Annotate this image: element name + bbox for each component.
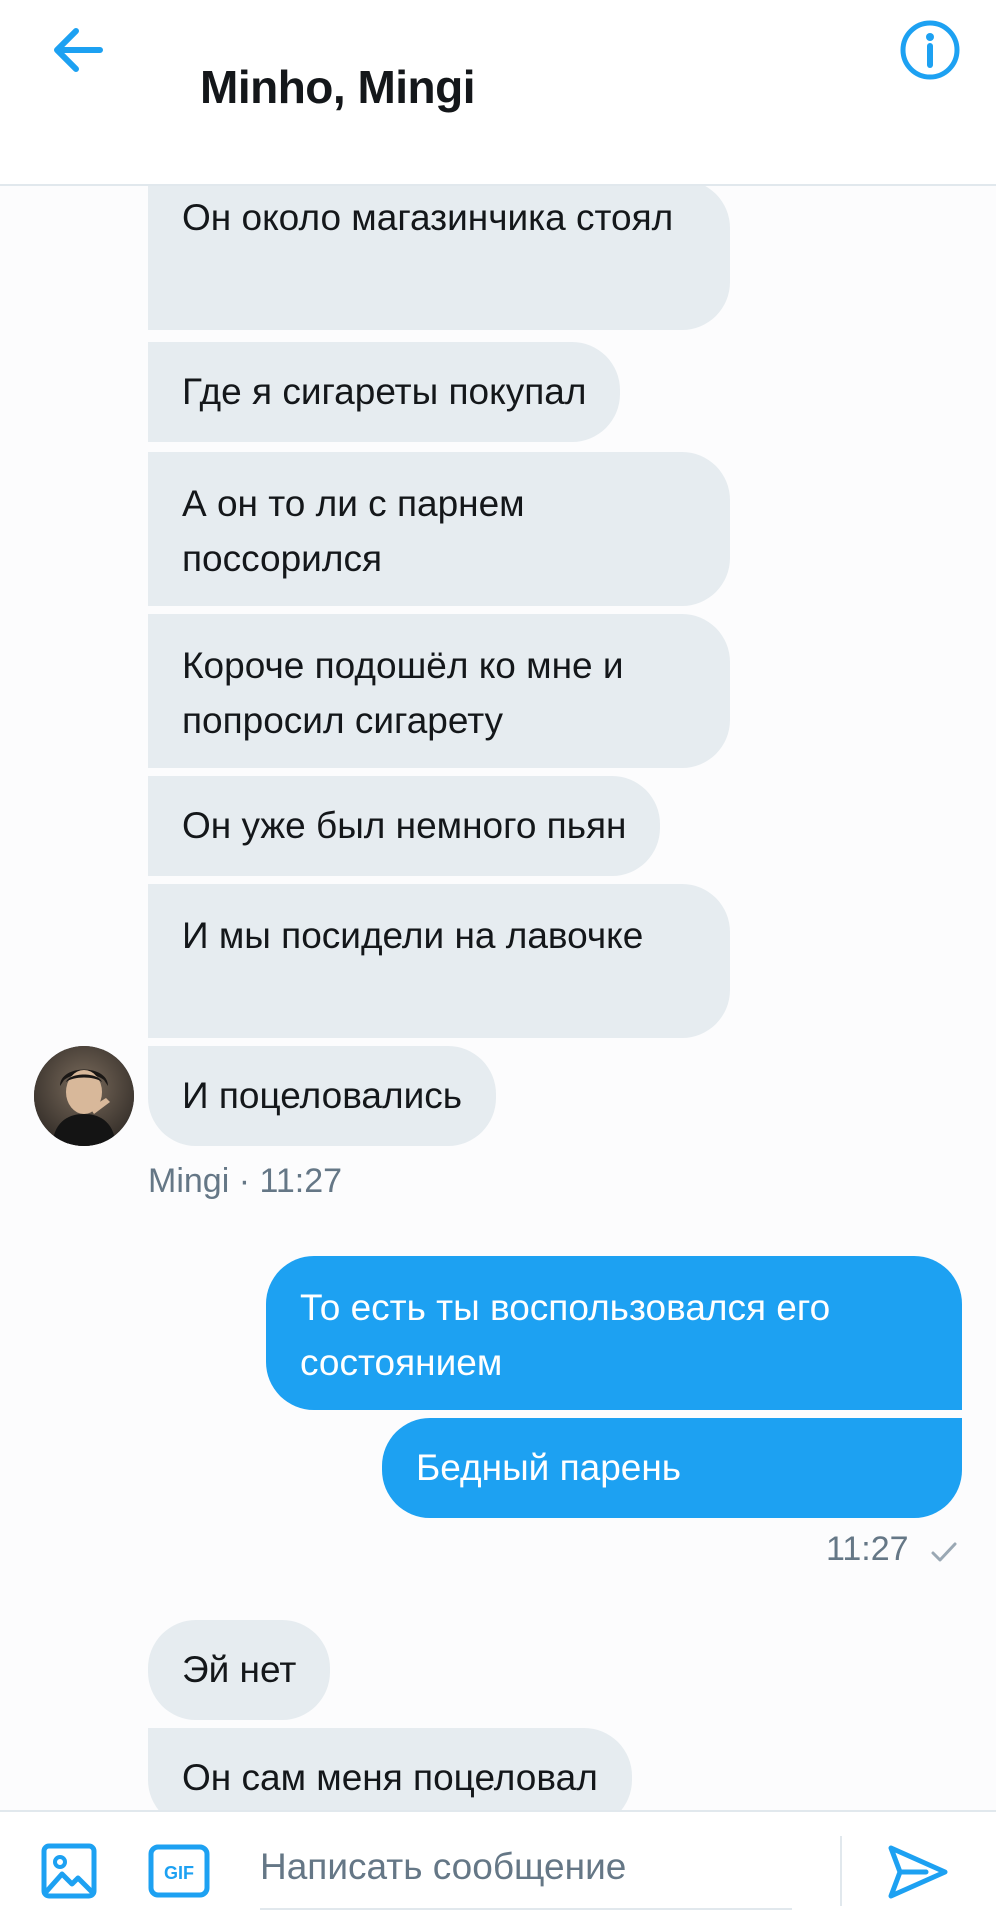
conversation-header: Minho, Mingi <box>0 0 996 186</box>
message-bubble[interactable]: И мы посидели на лавочке <box>148 884 730 1038</box>
send-icon <box>888 1845 948 1899</box>
info-icon <box>900 20 960 80</box>
avatar-photo <box>34 1046 134 1146</box>
info-button[interactable] <box>898 18 962 82</box>
message-bubble[interactable]: А он то ли с парнем поссорился <box>148 452 730 606</box>
message-text: И мы посидели на лавочке <box>182 915 644 956</box>
message-bubble[interactable]: Короче подошёл ко мне и попросил сигарет… <box>148 614 730 768</box>
message-bubble[interactable]: Эй нет <box>148 1620 331 1720</box>
avatar[interactable] <box>34 1046 134 1146</box>
message-bubble[interactable]: Где я сигареты покупал <box>148 342 621 442</box>
conversation-title: Minho, Mingi <box>200 61 476 113</box>
message-text: Он сам меня поцеловал <box>182 1757 598 1798</box>
message-bubble[interactable]: Бедный парень <box>382 1418 962 1518</box>
message-text: Он около магазинчика стоял <box>182 197 674 238</box>
message-bubble[interactable]: Он около магазинчика стоял <box>148 186 730 330</box>
message-text: Он уже был немного пьян <box>182 805 627 846</box>
sender-timestamp: Mingi · 11:27 <box>148 1162 343 1200</box>
message-text: Короче подошёл ко мне и попросил сигарет… <box>182 645 624 741</box>
message-text: И поцеловались <box>182 1075 463 1116</box>
message-bubble[interactable]: Он уже был немного пьян <box>148 776 661 876</box>
outgoing-timestamp: 11:27 <box>826 1530 909 1568</box>
message-input[interactable] <box>260 1826 792 1910</box>
message-text: Где я сигареты покупал <box>182 371 587 412</box>
message-composer: GIF <box>0 1810 996 1920</box>
message-bubble[interactable]: И поцеловались <box>148 1046 497 1146</box>
gif-label: GIF <box>164 1863 194 1883</box>
send-button[interactable] <box>886 1842 950 1902</box>
check-icon <box>931 1542 957 1562</box>
message-list[interactable]: Он около магазинчика стоял Где я сигарет… <box>0 186 996 1810</box>
message-text: Эй нет <box>182 1649 297 1690</box>
message-bubble[interactable]: Он сам меня поцеловал <box>148 1728 632 1810</box>
add-gif-button[interactable]: GIF <box>148 1844 210 1898</box>
arrow-left-icon <box>54 28 103 72</box>
gif-icon: GIF <box>148 1844 210 1898</box>
message-text: А он то ли с парнем поссорился <box>182 483 525 579</box>
image-icon <box>41 1843 97 1899</box>
add-image-button[interactable] <box>40 1842 98 1900</box>
message-text: Бедный парень <box>416 1447 682 1488</box>
composer-divider <box>840 1836 842 1906</box>
back-button[interactable] <box>48 22 108 78</box>
message-text: То есть ты воспользовался его состоянием <box>300 1287 831 1383</box>
message-bubble[interactable]: То есть ты воспользовался его состоянием <box>266 1256 962 1410</box>
